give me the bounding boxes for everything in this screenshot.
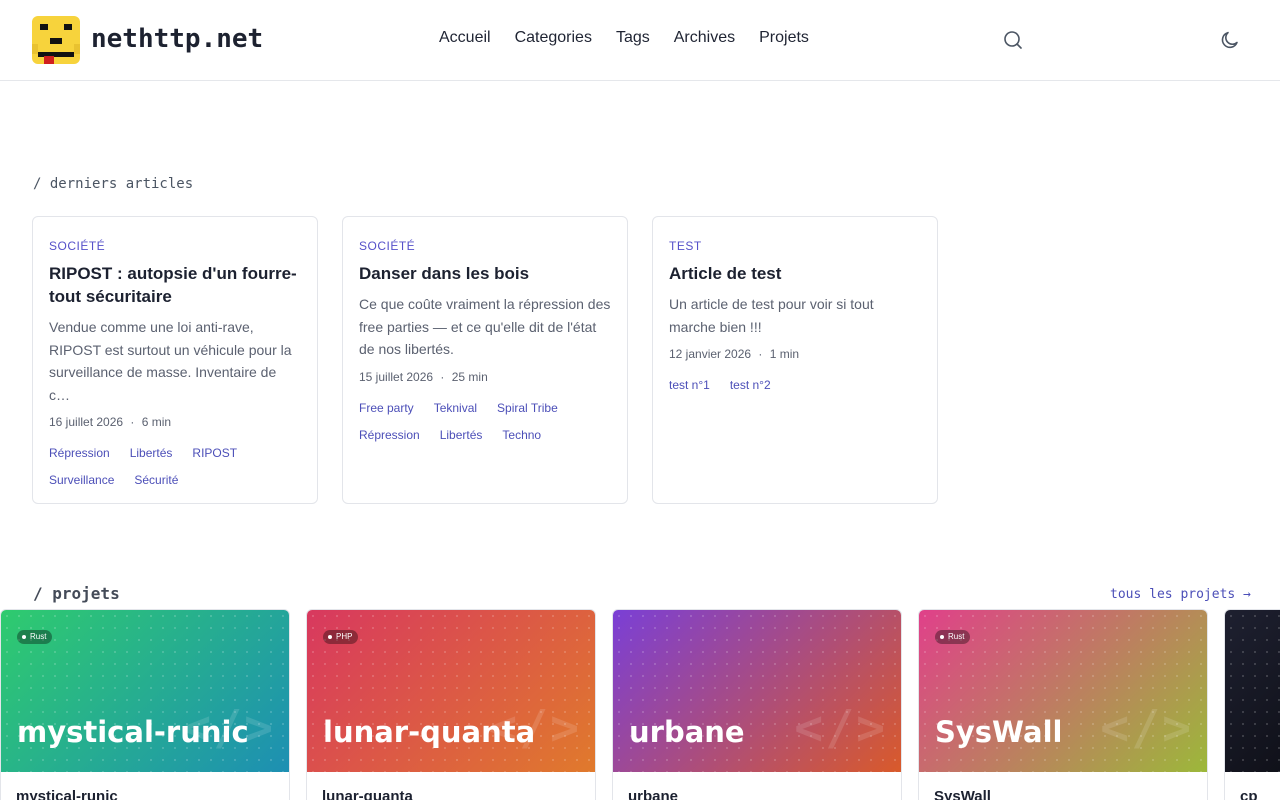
article-date: 15 juillet 2026: [359, 369, 434, 384]
article-card[interactable]: SOCIÉTÉ Danser dans les bois Ce que coût…: [342, 216, 628, 504]
project-banner-title: mystical-runic: [17, 715, 249, 749]
tag-link[interactable]: Techno: [494, 423, 549, 447]
project-banner: </> Rust mystical-runic: [1, 610, 289, 772]
site-name[interactable]: nethttp.net: [91, 24, 263, 54]
tag-link[interactable]: test n°2: [722, 373, 779, 397]
nav-tags[interactable]: Tags: [616, 29, 650, 47]
article-read-time: 1 min: [769, 347, 800, 361]
moon-icon: [1221, 31, 1238, 49]
project-card[interactable]: </> Rust mystical-runic mystical-runic: [0, 609, 290, 800]
nav-projets[interactable]: Projets: [759, 29, 809, 47]
tag-link[interactable]: Libertés: [122, 441, 181, 465]
article-card[interactable]: TEST Article de test Un article de test …: [652, 216, 938, 504]
theme-toggle-button[interactable]: [1218, 28, 1242, 52]
project-name[interactable]: cp: [1240, 788, 1258, 800]
tag-link[interactable]: RIPOST: [184, 441, 245, 465]
projects-section-title: / projets: [33, 584, 120, 603]
article-tags: Free party Teknival Spiral Tribe Répress…: [351, 396, 611, 450]
all-projects-link[interactable]: tous les projets →: [1110, 587, 1251, 602]
article-meta: 15 juillet 2026 · 25 min: [359, 370, 611, 384]
project-banner: </> PHP lunar-quanta: [307, 610, 595, 772]
code-brackets-icon: </>: [794, 700, 887, 756]
site-header: nethttp.net Accueil Categories Tags Arch…: [0, 0, 1280, 81]
meta-separator: ·: [130, 415, 135, 429]
tag-link[interactable]: Répression: [351, 423, 428, 447]
article-excerpt: Un article de test pour voir si tout mar…: [669, 296, 874, 335]
article-category[interactable]: SOCIÉTÉ: [359, 239, 611, 253]
article-title[interactable]: Danser dans les bois: [359, 262, 611, 285]
nav-accueil[interactable]: Accueil: [439, 29, 491, 47]
search-button[interactable]: [1001, 28, 1025, 52]
article-card[interactable]: SOCIÉTÉ RIPOST : autopsie d'un fourre-to…: [32, 216, 318, 504]
article-category[interactable]: TEST: [669, 239, 921, 253]
project-banner-title: lunar-quanta: [323, 715, 536, 749]
tag-link[interactable]: Sécurité: [126, 468, 186, 492]
article-date: 12 janvier 2026: [669, 347, 752, 361]
articles-section-title: / derniers articles: [33, 176, 194, 192]
project-banner-title: SysWall: [935, 715, 1063, 749]
tag-link[interactable]: Teknival: [426, 396, 485, 420]
nav-archives[interactable]: Archives: [674, 29, 735, 47]
article-meta: 12 janvier 2026 · 1 min: [669, 347, 921, 361]
tag-link[interactable]: Surveillance: [41, 468, 122, 492]
tag-link[interactable]: Répression: [41, 441, 118, 465]
article-meta: 16 juillet 2026 · 6 min: [49, 415, 301, 429]
search-icon: [1004, 31, 1022, 49]
article-date: 16 juillet 2026: [49, 415, 124, 429]
project-card[interactable]: </> PHP lunar-quanta lunar-quanta: [306, 609, 596, 800]
code-brackets-icon: </>: [1100, 700, 1193, 756]
project-language-badge: Rust: [17, 630, 53, 644]
project-card[interactable]: </> Rust SysWall SysWall: [918, 609, 1208, 800]
project-card[interactable]: </> urbane urbane: [612, 609, 902, 800]
article-read-time: 6 min: [141, 415, 172, 429]
project-language-badge: Rust: [935, 630, 971, 644]
project-language-badge: PHP: [323, 630, 359, 644]
article-title[interactable]: RIPOST : autopsie d'un fourre-tout sécur…: [49, 262, 301, 308]
tag-link[interactable]: test n°1: [661, 373, 718, 397]
nav-categories[interactable]: Categories: [515, 29, 592, 47]
article-excerpt: Ce que coûte vraiment la répression des …: [359, 296, 611, 357]
project-card[interactable]: cp: [1224, 609, 1280, 800]
main-nav: Accueil Categories Tags Archives Projets: [439, 29, 833, 47]
project-name[interactable]: urbane: [628, 788, 678, 800]
article-tags: test n°1 test n°2: [661, 373, 921, 400]
article-excerpt: Vendue comme une loi anti-rave, RIPOST e…: [49, 319, 292, 403]
tag-link[interactable]: Spiral Tribe: [489, 396, 566, 420]
tag-link[interactable]: Free party: [351, 396, 422, 420]
meta-separator: ·: [758, 347, 763, 361]
article-read-time: 25 min: [451, 369, 488, 384]
banner-pattern: [1225, 610, 1280, 772]
article-category[interactable]: SOCIÉTÉ: [49, 239, 301, 253]
tag-link[interactable]: Libertés: [432, 423, 491, 447]
project-banner: [1225, 610, 1280, 772]
meta-separator: ·: [440, 369, 445, 384]
article-tags: Répression Libertés RIPOST Surveillance …: [41, 441, 301, 495]
project-banner: </> urbane: [613, 610, 901, 772]
article-title[interactable]: Article de test: [669, 262, 921, 285]
project-banner-title: urbane: [629, 715, 745, 749]
project-name[interactable]: mystical-runic: [16, 788, 118, 800]
logo-icon[interactable]: [32, 16, 80, 64]
project-name[interactable]: SysWall: [934, 788, 991, 800]
project-name[interactable]: lunar-quanta: [322, 788, 413, 800]
project-banner: </> Rust SysWall: [919, 610, 1207, 772]
